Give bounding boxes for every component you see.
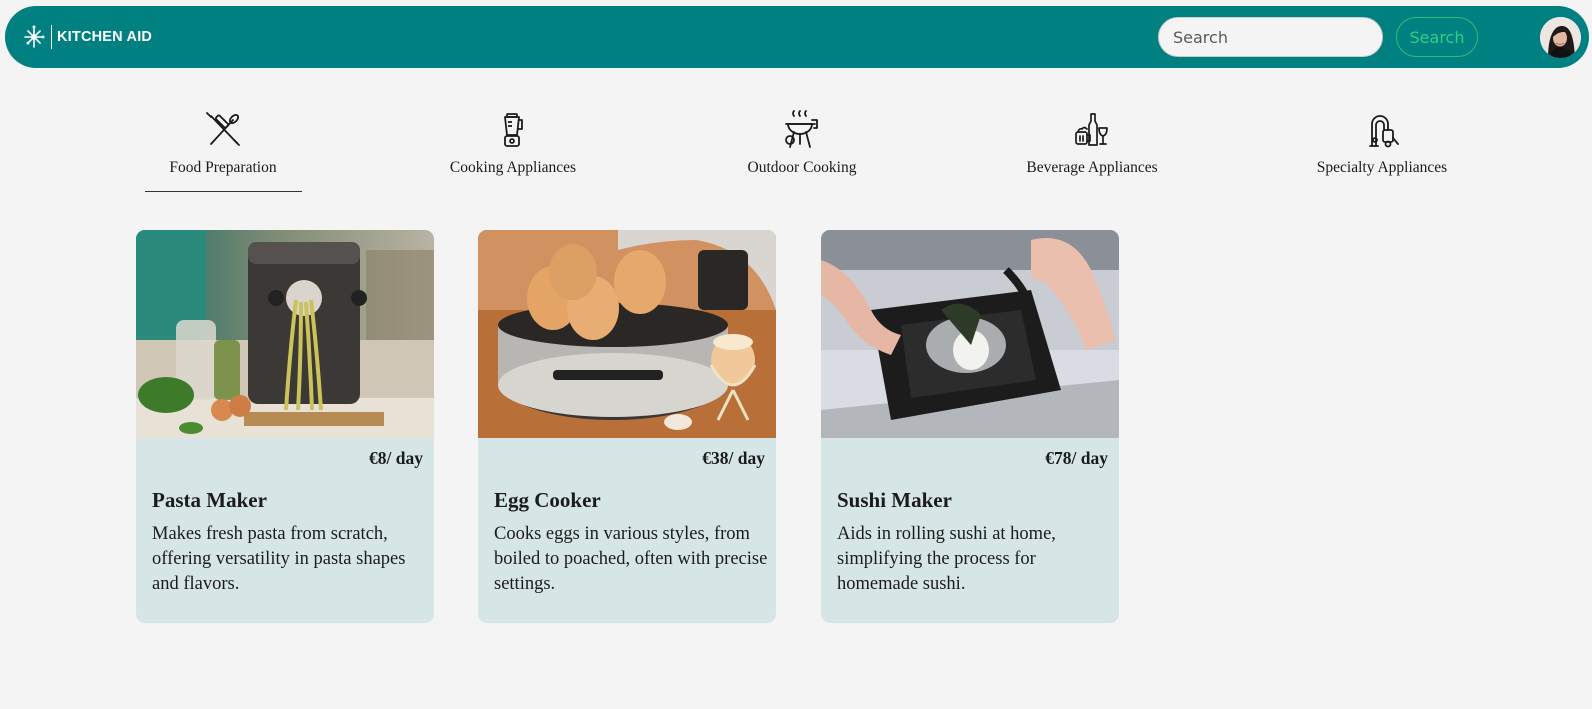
selected-category-underline: [145, 191, 302, 192]
search-input[interactable]: [1158, 17, 1383, 57]
whisk-rolling-pin-icon: [206, 112, 240, 146]
category-label: Food Preparation: [169, 159, 277, 176]
category-nav: Food Preparation Cooking Appliances Outd…: [0, 110, 1592, 195]
price-label: €78/ day: [1045, 448, 1108, 468]
category-label: Cooking Appliances: [449, 159, 577, 176]
avatar[interactable]: [1540, 17, 1581, 58]
product-description: Aids in rolling sushi at home, simplifyi…: [837, 524, 1056, 594]
logo-divider: [51, 25, 52, 49]
product-card-pasta-maker[interactable]: €8/ day Pasta Maker Makes fresh pasta fr…: [136, 230, 434, 623]
category-label: Beverage Appliances: [1026, 159, 1158, 176]
beverage-icon: [1075, 113, 1108, 146]
grill-icon: [785, 110, 818, 148]
user-photo-icon: [1540, 17, 1581, 58]
price-label: €8/ day: [369, 448, 423, 468]
logo[interactable]: KITCHEN AID: [23, 22, 152, 52]
sushi-maker-photo: [821, 230, 1119, 438]
product-description: Makes fresh pasta from scratch, offering…: [152, 524, 406, 594]
egg-cooker-photo: [478, 230, 776, 438]
product-title: Egg Cooker: [494, 488, 601, 512]
category-outdoor-cooking[interactable]: Outdoor Cooking: [702, 110, 902, 177]
blender-icon: [504, 113, 523, 147]
price-label: €38/ day: [702, 448, 765, 468]
header-bar: KITCHEN AID Search: [5, 6, 1589, 68]
category-food-preparation[interactable]: Food Preparation: [123, 110, 323, 177]
product-title: Pasta Maker: [152, 488, 267, 512]
category-specialty-appliances[interactable]: Specialty Appliances: [1282, 110, 1482, 177]
logo-text: KITCHEN AID: [57, 29, 153, 45]
search-button[interactable]: Search: [1396, 17, 1478, 57]
product-card-egg-cooker[interactable]: €38/ day Egg Cooker Cooks eggs in variou…: [478, 230, 776, 623]
sparkle-logo-icon: [24, 25, 45, 48]
pasta-maker-photo: [136, 230, 434, 438]
category-cooking-appliances[interactable]: Cooking Appliances: [413, 110, 613, 177]
category-label: Specialty Appliances: [1316, 159, 1448, 176]
product-card-sushi-maker[interactable]: €78/ day Sushi Maker Aids in rolling sus…: [821, 230, 1119, 623]
product-title: Sushi Maker: [837, 488, 952, 512]
product-description: Cooks eggs in various styles, from boile…: [494, 524, 768, 594]
category-label: Outdoor Cooking: [747, 159, 857, 176]
category-beverage-appliances[interactable]: Beverage Appliances: [992, 110, 1192, 177]
vacuum-icon: [1369, 115, 1399, 148]
